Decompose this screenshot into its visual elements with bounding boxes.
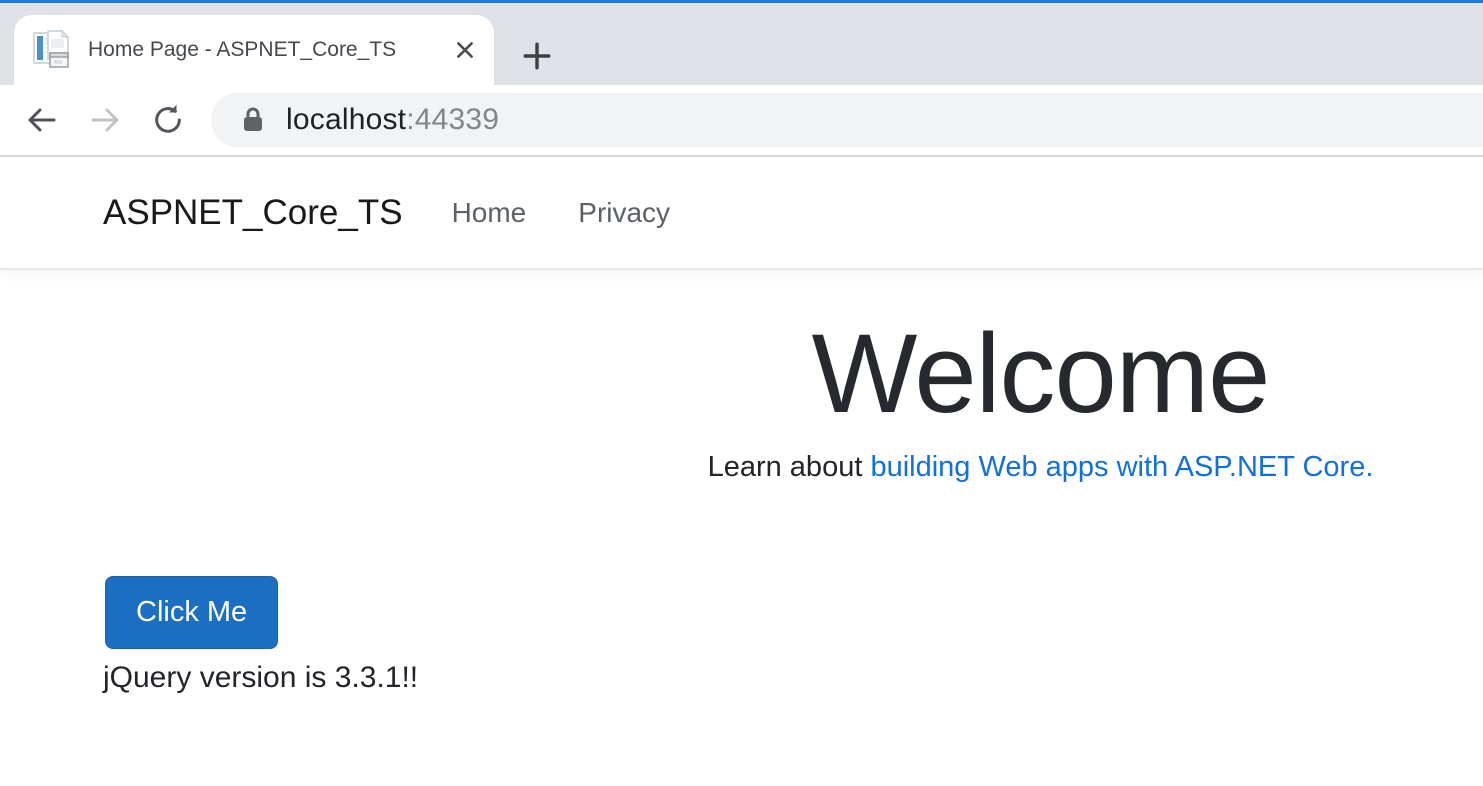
aspnet-page-icon xyxy=(30,29,72,71)
navbar-brand[interactable]: ASPNET_Core_TS xyxy=(103,193,403,233)
lock-icon[interactable] xyxy=(241,105,265,135)
tab-title: Home Page - ASPNET_Core_TS xyxy=(88,38,442,62)
intro-text: Learn about building Web apps with ASP.N… xyxy=(103,451,1483,484)
back-arrow-icon[interactable] xyxy=(24,102,60,138)
site-navbar: ASPNET_Core_TS Home Privacy xyxy=(0,157,1483,270)
forward-arrow-icon[interactable] xyxy=(87,102,123,138)
click-me-button[interactable]: Click Me xyxy=(105,576,278,649)
welcome-section: Welcome Learn about building Web apps wi… xyxy=(103,310,1483,484)
url-text: localhost:44339 xyxy=(286,103,499,137)
aspnet-core-link[interactable]: building Web apps with ASP.NET Core xyxy=(870,451,1365,483)
browser-tab[interactable]: Home Page - ASPNET_Core_TS xyxy=(14,15,494,85)
close-icon[interactable] xyxy=(452,37,478,63)
intro-suffix: . xyxy=(1365,451,1373,483)
url-host: localhost xyxy=(286,103,406,136)
reload-icon[interactable] xyxy=(150,102,186,138)
new-tab-button[interactable] xyxy=(522,41,552,71)
address-bar[interactable]: localhost:44339 xyxy=(211,93,1483,147)
demo-section: Click Me jQuery version is 3.3.1!! xyxy=(105,576,1483,695)
tab-strip: Home Page - ASPNET_Core_TS xyxy=(0,3,1483,85)
nav-link-privacy[interactable]: Privacy xyxy=(578,197,670,229)
page-title: Welcome xyxy=(103,310,1483,439)
intro-prefix: Learn about xyxy=(708,451,871,483)
jquery-version-text: jQuery version is 3.3.1!! xyxy=(103,661,1483,695)
url-port: :44339 xyxy=(406,103,499,136)
nav-link-home[interactable]: Home xyxy=(452,197,527,229)
browser-toolbar: localhost:44339 xyxy=(0,85,1483,157)
page-main: Welcome Learn about building Web apps wi… xyxy=(0,310,1483,695)
